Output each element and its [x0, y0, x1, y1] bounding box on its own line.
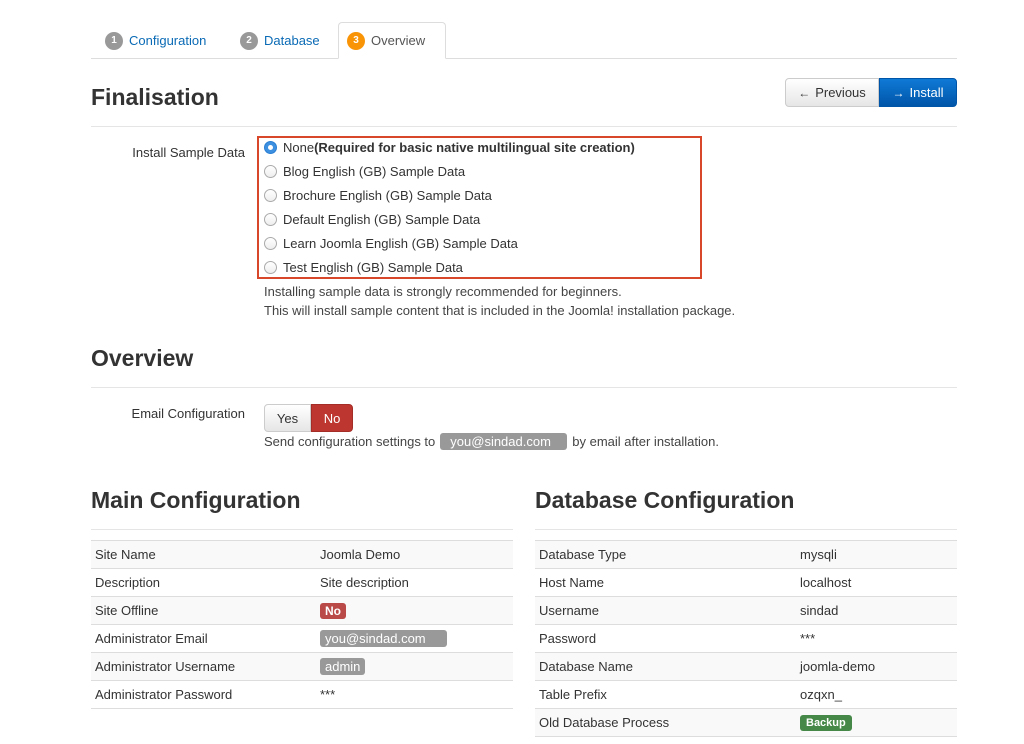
divider [91, 387, 957, 388]
row-key: Table Prefix [535, 680, 796, 709]
radio-option-brochure[interactable]: Brochure English (GB) Sample Data [264, 185, 492, 205]
radio-button[interactable] [264, 140, 277, 154]
table-row: Table Prefix ozqxn_ [535, 680, 957, 709]
divider [91, 529, 513, 530]
radio-button[interactable] [264, 236, 277, 250]
radio-option-learn[interactable]: Learn Joomla English (GB) Sample Data [264, 233, 518, 253]
row-value: localhost [796, 568, 957, 597]
main-config-title: Main Configuration [91, 487, 301, 513]
row-key: Administrator Email [91, 624, 316, 653]
step-tabs: 1 Configuration 2 Database 3 Overview [91, 22, 957, 59]
row-key: Host Name [535, 568, 796, 597]
email-address-chip: you@sindad.com [440, 433, 568, 450]
row-key: Database Name [535, 652, 796, 681]
row-value: *** [316, 680, 513, 709]
table-row: Old Database Process Backup [535, 708, 957, 737]
row-value: Joomla Demo [316, 540, 513, 569]
finalisation-title: Finalisation [91, 84, 219, 110]
radio-button[interactable] [264, 212, 277, 226]
radio-button[interactable] [264, 164, 277, 178]
row-value: ozqxn_ [796, 680, 957, 709]
overview-title: Overview [91, 345, 194, 371]
table-row: Password *** [535, 624, 957, 653]
radio-option-blog[interactable]: Blog English (GB) Sample Data [264, 161, 465, 181]
table-row: Administrator Email you@sindad.com [91, 624, 513, 653]
radio-option-none[interactable]: None (Required for basic native multilin… [264, 137, 635, 157]
arrow-right-icon: → [892, 85, 905, 100]
radio-option-test[interactable]: Test English (GB) Sample Data [264, 257, 463, 277]
tab-configuration[interactable]: 1 Configuration [97, 22, 214, 59]
db-config-table: Database Type mysqli Host Name localhost… [535, 540, 957, 737]
row-key: Site Offline [91, 596, 316, 625]
row-value: mysqli [796, 540, 957, 569]
row-key: Password [535, 624, 796, 653]
main-config-table: Site Name Joomla Demo Description Site d… [91, 540, 513, 709]
email-send-line: Send configuration settings to you@sinda… [264, 433, 719, 450]
table-row: Host Name localhost [535, 568, 957, 597]
step-number-badge: 2 [240, 31, 258, 50]
status-badge: No [320, 602, 346, 619]
table-row: Description Site description [91, 568, 513, 597]
sample-data-label: Install Sample Data [132, 145, 245, 160]
previous-button[interactable]: ← Previous [785, 78, 879, 107]
row-key: Username [535, 596, 796, 625]
tab-label: Database [264, 33, 320, 48]
row-key: Database Type [535, 540, 796, 569]
arrow-left-icon: ← [798, 85, 811, 100]
radio-button[interactable] [264, 188, 277, 202]
row-key: Old Database Process [535, 708, 796, 737]
yes-button[interactable]: Yes [264, 404, 311, 432]
radio-option-default[interactable]: Default English (GB) Sample Data [264, 209, 480, 229]
install-button[interactable]: → Install [879, 78, 957, 107]
tab-overview[interactable]: 3 Overview [338, 22, 446, 59]
username-chip: admin [320, 658, 366, 675]
row-value: sindad [796, 596, 957, 625]
tab-label: Configuration [129, 33, 207, 48]
backup-badge: Backup [800, 715, 852, 731]
db-config-title: Database Configuration [535, 487, 795, 513]
divider [535, 529, 957, 530]
email-chip: you@sindad.com [320, 630, 447, 647]
row-key: Administrator Username [91, 652, 316, 681]
installer-page: 1 Configuration 2 Database 3 Overview Fi… [0, 0, 1024, 744]
row-value: *** [796, 624, 957, 653]
divider [91, 126, 957, 127]
row-value: No [316, 596, 513, 625]
step-number-badge: 1 [105, 31, 123, 50]
table-row: Site Offline No [91, 596, 513, 625]
sample-help-line1: Installing sample data is strongly recom… [264, 284, 622, 299]
tab-label: Overview [371, 33, 426, 48]
radio-button[interactable] [264, 260, 277, 274]
table-row: Administrator Password *** [91, 680, 513, 709]
table-row: Database Name joomla-demo [535, 652, 957, 681]
table-row: Database Type mysqli [535, 540, 957, 569]
table-row: Administrator Username admin [91, 652, 513, 681]
step-number-badge: 3 [347, 31, 365, 50]
no-button[interactable]: No [311, 404, 353, 432]
sample-help-line2: This will install sample content that is… [264, 303, 736, 318]
email-config-label: Email Configuration [131, 406, 245, 421]
row-value: joomla-demo [796, 652, 957, 681]
row-key: Site Name [91, 540, 316, 569]
row-value: admin [316, 652, 513, 681]
table-row: Username sindad [535, 596, 957, 625]
row-value: Backup [796, 708, 957, 737]
row-value: Site description [316, 568, 513, 597]
email-config-toggle: Yes No [264, 404, 353, 432]
row-key: Description [91, 568, 316, 597]
table-row: Site Name Joomla Demo [91, 540, 513, 569]
row-value: you@sindad.com [316, 624, 513, 653]
tab-database[interactable]: 2 Database [232, 22, 328, 59]
nav-buttons: ← Previous → Install [785, 78, 957, 107]
row-key: Administrator Password [91, 680, 316, 709]
